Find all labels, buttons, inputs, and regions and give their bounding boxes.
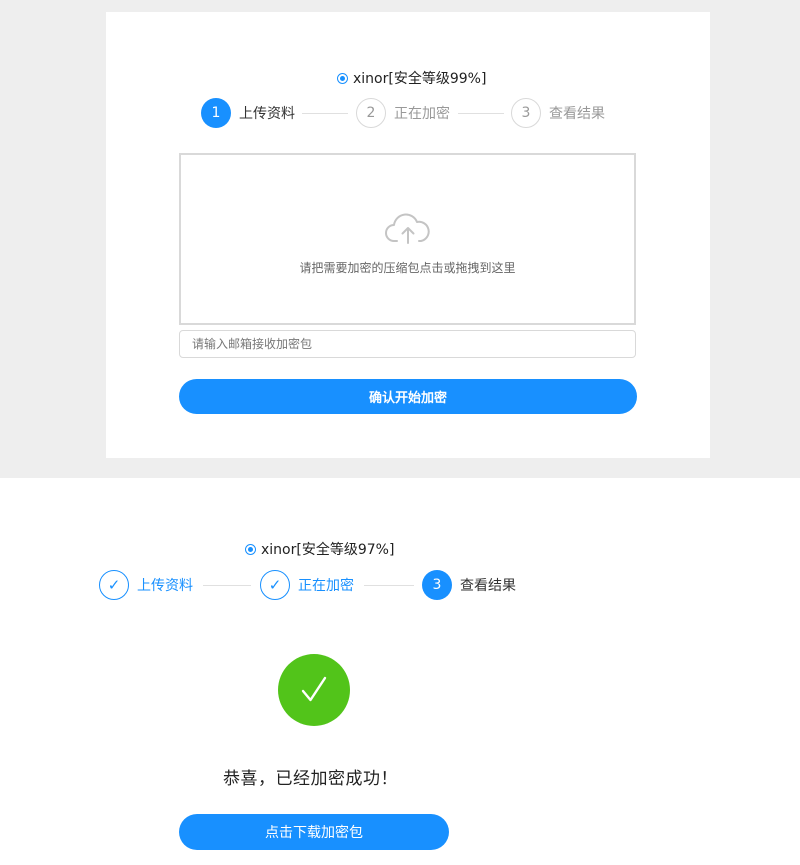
step-connector [458,113,504,114]
step-result: 3 查看结果 [511,98,605,128]
step-upload: ✓ 上传资料 [99,570,193,600]
encryption-method-label: xinor[安全等级99%] [353,71,487,87]
step-3-label: 查看结果 [460,578,516,594]
radio-selected-icon[interactable] [337,72,348,84]
encryption-method-label: xinor[安全等级97%] [261,542,395,558]
step-2-circle: 2 [356,98,386,128]
encryption-method-option[interactable]: xinor[安全等级97%] [245,539,394,559]
step-done-check-icon: ✓ [99,570,129,600]
step-upload: 1 上传资料 [201,98,295,128]
file-drop-zone[interactable]: 请把需要加密的压缩包点击或拖拽到这里 [179,153,636,325]
step-connector [302,113,348,114]
start-encryption-button[interactable]: 确认开始加密 [179,379,637,414]
encryption-method-option[interactable]: xinor[安全等级99%] [337,68,486,88]
success-message: 恭喜，已经加密成功！ [223,769,398,789]
cloud-upload-icon [385,213,430,244]
step-2-label: 正在加密 [394,106,450,122]
step-1-label: 上传资料 [137,578,193,594]
step-1-circle: 1 [201,98,231,128]
checkmark-icon [301,676,327,702]
radio-selected-icon[interactable] [245,543,256,555]
download-button[interactable]: 点击下载加密包 [179,814,449,850]
step-connector [364,585,414,586]
step-encrypting: ✓ 正在加密 [260,570,354,600]
step-1-label: 上传资料 [239,106,295,122]
email-input[interactable] [179,330,636,358]
step-encrypting: 2 正在加密 [356,98,450,128]
step-2-label: 正在加密 [298,578,354,594]
success-badge [278,654,350,726]
step-3-circle: 3 [511,98,541,128]
step-3-label: 查看结果 [549,106,605,122]
upload-hint: 请把需要加密的压缩包点击或拖拽到这里 [299,261,516,275]
step-result: 3 查看结果 [422,570,516,600]
step-connector [203,585,251,586]
step-done-check-icon: ✓ [260,570,290,600]
step-3-circle: 3 [422,570,452,600]
